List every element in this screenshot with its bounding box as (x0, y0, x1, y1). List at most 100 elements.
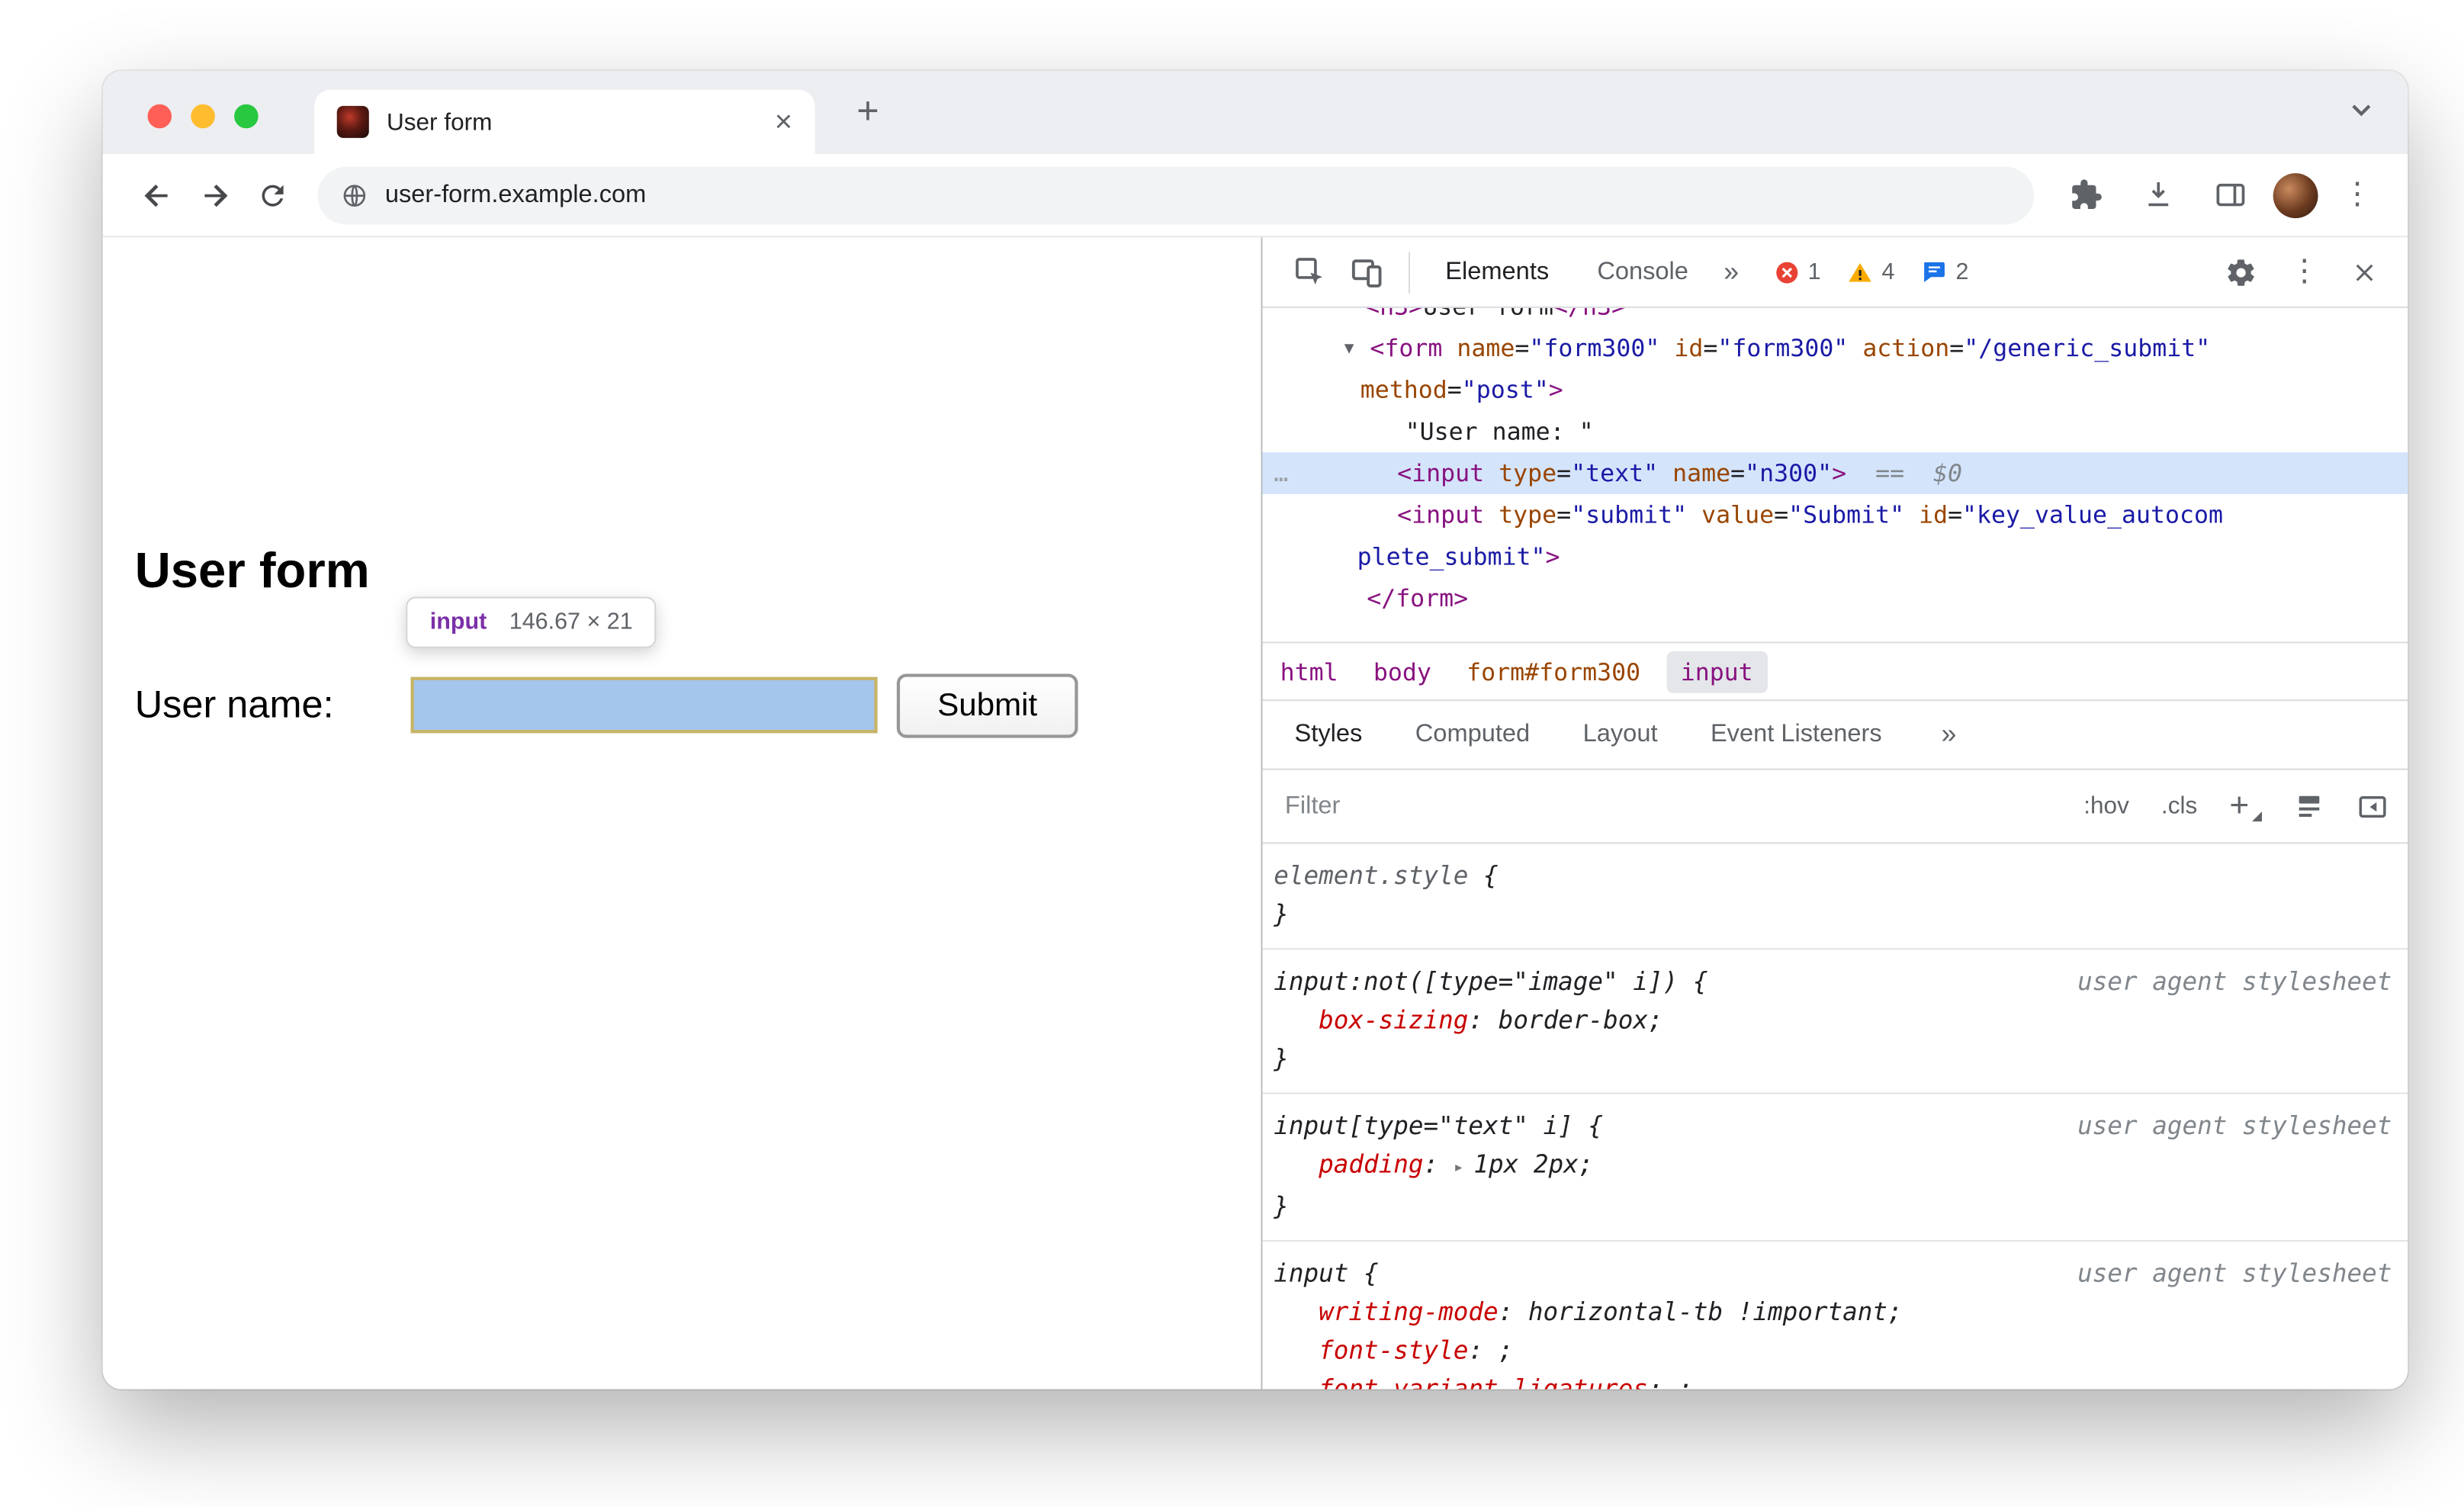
style-rule[interactable]: element.style {} (1262, 843, 2408, 950)
elements-tree: <h3>User form</h3>▼<form name="form300" … (1262, 308, 2408, 642)
property-value[interactable]: border-box (1499, 1006, 1648, 1035)
tab-search-chevron-icon[interactable] (2350, 103, 2372, 117)
site-info-globe-icon[interactable] (340, 181, 369, 210)
style-rule[interactable]: user agent stylesheet input {writing-mode… (1262, 1242, 2408, 1390)
styles-filter-bar: Filter :hov .cls + ◢ (1262, 770, 2408, 844)
rule-selector[interactable]: input[type="text" i] (1274, 1112, 1573, 1141)
rule-close-brace: } (1274, 1191, 1289, 1221)
devtools-menu-icon[interactable]: ⋮ (2278, 246, 2331, 297)
toolbar-actions: ⋮ (2057, 166, 2382, 224)
zoom-window-button[interactable] (234, 104, 259, 129)
rule-selector[interactable]: input:not([type="image" i]) (1274, 967, 1678, 996)
rule-close-brace: } (1274, 900, 1289, 929)
tab-close-icon[interactable]: × (775, 107, 792, 137)
style-declaration[interactable]: padding: ▸ 1px 2px; (1274, 1146, 2392, 1187)
url-text: user-form.example.com (384, 180, 647, 208)
breadcrumb-item-form-form300[interactable]: form#form300 (1467, 657, 1640, 686)
rule-selector-line[interactable]: user agent stylesheet input { (1274, 1255, 2392, 1293)
tree-line[interactable]: <input type="submit" value="Submit" id="… (1262, 494, 2408, 536)
sidebar-tab-layout[interactable]: Layout (1583, 720, 1658, 749)
style-declaration[interactable]: box-sizing: border-box; (1274, 1001, 2392, 1039)
console-errors-badge[interactable]: 1 (1774, 259, 1821, 284)
reload-button[interactable] (244, 166, 302, 224)
new-style-rule-button[interactable]: + ◢ (2229, 787, 2262, 825)
property-value[interactable]: 1px 2px (1473, 1150, 1578, 1179)
breadcrumb-item-body[interactable]: body (1373, 657, 1431, 686)
property-name[interactable]: font-style (1319, 1336, 1468, 1365)
close-window-button[interactable] (147, 104, 172, 129)
tab-console[interactable]: Console (1597, 258, 1688, 287)
property-name[interactable]: padding (1319, 1150, 1423, 1179)
profile-avatar[interactable] (2273, 172, 2318, 218)
tooltip-element-size: 146.67 × 21 (509, 609, 633, 635)
sidebar-tab-event-listeners[interactable]: Event Listeners (1711, 720, 1882, 749)
rule-selector[interactable]: input (1274, 1259, 1348, 1288)
tree-line[interactable]: </form> (1262, 577, 2408, 619)
sidebar-tab-styles[interactable]: Styles (1295, 720, 1363, 749)
devtools-close-icon[interactable] (2340, 246, 2389, 297)
error-icon (1776, 261, 1798, 283)
breadcrumb: html body form#form300 input (1262, 641, 2408, 699)
rule-selector-line[interactable]: user agent stylesheet input[type="text" i… (1274, 1107, 2392, 1145)
address-bar[interactable]: user-form.example.com (317, 165, 2035, 224)
browser-tab[interactable]: User form × (314, 89, 815, 154)
new-tab-button[interactable]: + (843, 87, 891, 138)
chrome-menu-icon[interactable]: ⋮ (2333, 176, 2382, 213)
sidebar-tab-computed[interactable]: Computed (1415, 720, 1530, 749)
inspect-element-icon[interactable] (1282, 246, 1338, 297)
breadcrumb-item-input[interactable]: input (1666, 650, 1768, 692)
overflow-dots-icon: … (1274, 458, 1289, 488)
property-name[interactable]: font-variant-ligatures (1319, 1375, 1648, 1390)
toolbar-separator (1408, 251, 1410, 293)
rule-origin: user agent stylesheet (2077, 1111, 2392, 1141)
rule-selector-line[interactable]: user agent stylesheet input:not([type="im… (1274, 962, 2392, 1001)
style-rule[interactable]: user agent stylesheet input:not([type="im… (1262, 950, 2408, 1094)
style-declaration[interactable]: writing-mode: horizontal-tb !important; (1274, 1293, 2392, 1331)
extensions-puzzle-icon[interactable] (2057, 166, 2115, 224)
issues-badge[interactable]: 2 (1920, 259, 1968, 286)
submit-button[interactable]: Submit (896, 673, 1078, 738)
breadcrumb-item-html[interactable]: html (1280, 657, 1338, 686)
side-panel-icon[interactable] (2201, 166, 2259, 224)
rule-selector[interactable]: element.style (1274, 862, 1468, 891)
styles-filter-input[interactable]: Filter (1285, 792, 1340, 821)
new-rule-caret-icon: ◢ (2252, 808, 2262, 823)
window-content: User form input 146.67 × 21 User name: S… (102, 237, 2408, 1390)
property-name[interactable]: writing-mode (1319, 1298, 1499, 1327)
device-toolbar-icon[interactable] (1338, 246, 1396, 297)
more-sidebar-tabs-icon[interactable]: » (1942, 718, 1957, 750)
property-name[interactable]: box-sizing (1319, 1006, 1468, 1035)
expand-arrow-icon[interactable]: ▼ (1344, 329, 1354, 371)
settings-gear-icon[interactable] (2214, 246, 2269, 297)
expand-value-icon[interactable]: ▸ (1454, 1157, 1464, 1178)
tree-line[interactable]: ▼ <form name="form300" id="form300" actio… (1262, 327, 2408, 369)
rule-selector-line[interactable]: element.style { (1274, 856, 2392, 895)
toggle-sidebar-icon[interactable] (2356, 790, 2389, 822)
browser-toolbar: user-form.example.com ⋮ (102, 153, 2408, 238)
toggle-hover-button[interactable]: :hov (2083, 792, 2129, 820)
forward-button[interactable] (186, 166, 244, 224)
tree-line[interactable]: … <input type="text" name="n300"> == $0 (1262, 452, 2408, 494)
minimize-window-button[interactable] (191, 104, 215, 129)
property-value[interactable]: horizontal-tb !important (1528, 1298, 1887, 1327)
toggle-class-button[interactable]: .cls (2161, 792, 2197, 820)
tree-line[interactable]: "User name: " (1262, 411, 2408, 453)
web-page: User form input 146.67 × 21 User name: S… (102, 237, 1261, 1390)
tree-line[interactable]: method="post"> (1262, 369, 2408, 411)
tree-line[interactable]: plete_submit"> (1262, 536, 2408, 578)
tab-favicon (336, 105, 369, 138)
style-rule[interactable]: user agent stylesheet input[type="text" i… (1262, 1094, 2408, 1242)
username-input[interactable] (410, 676, 878, 734)
tree-line[interactable]: <h3>User form</h3> (1262, 308, 2408, 327)
style-declaration[interactable]: font-variant-ligatures: ; (1274, 1370, 2392, 1390)
devtools-toolbar: Elements Console » 1 4 2 ⋮ (1262, 237, 2408, 308)
back-button[interactable] (128, 166, 186, 224)
username-label: User name: (134, 683, 334, 727)
download-icon[interactable] (2128, 166, 2186, 224)
more-panels-icon[interactable]: » (1724, 256, 1739, 288)
tab-elements[interactable]: Elements (1445, 258, 1549, 287)
rendering-emulation-icon[interactable] (2294, 791, 2324, 821)
style-declaration[interactable]: font-style: ; (1274, 1332, 2392, 1370)
window-controls (147, 104, 259, 129)
console-warnings-badge[interactable]: 4 (1846, 259, 1895, 284)
